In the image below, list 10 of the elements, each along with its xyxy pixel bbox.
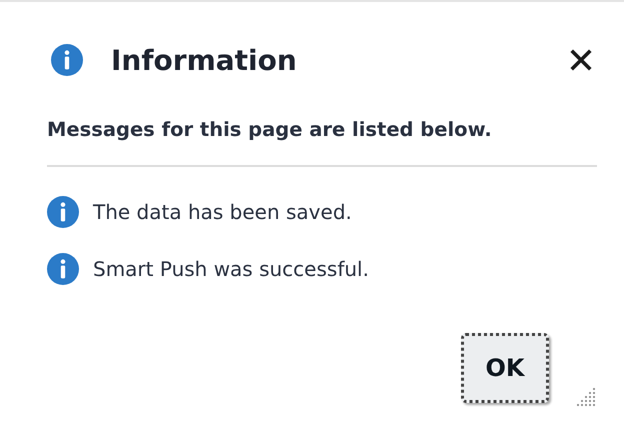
info-icon [47, 252, 79, 284]
resize-grip-icon[interactable] [575, 385, 597, 407]
dialog-title: Information [111, 44, 298, 76]
info-icon [47, 196, 79, 228]
close-button[interactable] [569, 48, 593, 72]
ok-button[interactable]: OK [461, 333, 549, 403]
message-text: Smart Push was successful. [93, 256, 369, 280]
info-icon [51, 44, 83, 76]
message-text: The data has been saved. [93, 200, 352, 224]
dialog-subtitle: Messages for this page are listed below. [47, 118, 493, 143]
